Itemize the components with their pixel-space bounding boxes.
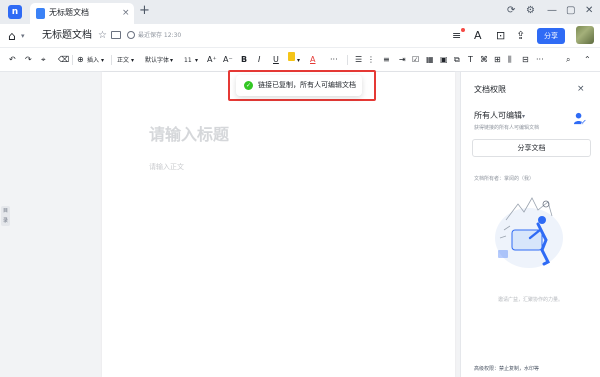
numbered-list-icon[interactable]: ⋮ [367, 53, 375, 67]
more-icon[interactable]: ··· [536, 53, 544, 67]
owner-label: 文档所有者：掌阅的（我） [474, 176, 535, 182]
image-icon[interactable]: ▣ [440, 53, 448, 67]
tab-label: 无标题文档 [49, 8, 89, 17]
home-icon[interactable]: ⌂ [8, 29, 16, 43]
empty-hint: 邀请广益，汇聚协作的力量。 [498, 297, 564, 303]
symbols-icon[interactable]: ⌘ [480, 53, 488, 67]
permission-label: 所有人可编辑 [474, 111, 522, 120]
panel-title: 文档权限 [474, 85, 506, 94]
move-folder-icon[interactable] [111, 31, 121, 39]
format-painter-icon[interactable]: ⌖ [41, 53, 46, 67]
outline-toggle[interactable]: 目录 [1, 206, 10, 226]
permission-description: 获得链接的所有人可编辑文档 [474, 125, 540, 131]
check-circle-icon: ✓ [244, 81, 253, 90]
link-icon[interactable]: ⧉ [454, 53, 460, 67]
window-close-icon[interactable]: ✕ [585, 4, 593, 18]
indent-icon[interactable]: ⇥ [399, 53, 406, 67]
body-input[interactable]: 请输入正文 [149, 162, 184, 172]
star-icon[interactable]: ☆ [98, 29, 107, 43]
tab-untitled-doc[interactable]: 无标题文档 × [30, 3, 134, 24]
divider [111, 55, 112, 65]
font-grow-icon[interactable]: A⁺ [207, 53, 217, 67]
export-icon[interactable]: ⇪ [516, 29, 525, 43]
grid-icon[interactable]: ⊞ [494, 53, 501, 67]
minimize-icon[interactable]: — [547, 4, 557, 18]
tab-bar: n 无标题文档 × + ⟳ ⚙ — ▢ ✕ [0, 0, 600, 24]
tab-close-icon[interactable]: × [122, 6, 130, 20]
text-box-icon[interactable]: T [468, 53, 473, 67]
divider [347, 55, 348, 65]
maximize-icon[interactable]: ▢ [566, 4, 575, 18]
advanced-permissions-link[interactable]: 高级权限：禁止复制，水印等 [474, 365, 539, 373]
redo-icon[interactable]: ↷ [25, 53, 32, 67]
undo-icon[interactable]: ↶ [9, 53, 16, 67]
highlight-icon[interactable] [288, 52, 295, 61]
search-icon[interactable]: ⌕ [566, 53, 570, 67]
document-icon [36, 8, 45, 19]
permission-panel: 文档权限 × 所有人可编辑▾ 获得链接的所有人可编辑文档 分享文档 文档所有者：… [460, 72, 600, 377]
checkbox-icon[interactable]: ☑ [412, 53, 419, 67]
app-logo-icon[interactable]: n [8, 5, 22, 19]
share-button[interactable]: 分享 [537, 28, 565, 44]
share-doc-button[interactable]: 分享文档 [472, 139, 591, 157]
document-header: ⌂ ▾ 无标题文档 ☆ 最近保存 12:30 ≡ A ⊡ ⇪ 分享 [0, 24, 600, 48]
title-input[interactable]: 请输入标题 [149, 125, 229, 145]
clear-format-icon[interactable]: ⌫ [58, 53, 69, 67]
present-icon[interactable]: ⊡ [496, 29, 505, 43]
chevron-down-icon[interactable]: ▾ [170, 54, 173, 68]
bold-icon[interactable]: B [241, 53, 247, 67]
table-icon[interactable]: ▦ [426, 53, 434, 67]
menu-icon[interactable]: ≡ [452, 29, 461, 43]
insert-icon[interactable]: ⊕ [77, 53, 84, 67]
italic-icon[interactable]: I [258, 53, 260, 67]
font-size-select[interactable]: 11 [184, 54, 192, 68]
chevron-down-icon[interactable]: ▾ [297, 54, 300, 68]
user-edit-icon[interactable] [573, 112, 586, 125]
avatar[interactable] [576, 26, 594, 44]
more-icon[interactable]: ··· [330, 53, 338, 67]
collapse-toolbar-icon[interactable]: ⌃ [584, 53, 591, 67]
chevron-down-icon[interactable]: ▾ [101, 54, 104, 68]
text-size-icon[interactable]: A [474, 29, 482, 43]
font-shrink-icon[interactable]: A⁻ [223, 53, 233, 67]
font-color-icon[interactable]: A [310, 53, 315, 67]
columns-icon[interactable]: ⫼ [508, 53, 512, 67]
editor-page[interactable]: 请输入标题 请输入正文 [102, 72, 455, 377]
new-tab-icon[interactable]: + [139, 3, 150, 19]
toast-message: 链接已复制，所有人可编辑文档 [258, 81, 356, 89]
format-toolbar: ↶ ↷ ⌖ ⌫ ⊕ 插入 ▾ 正文 ▾ 默认字体 ▾ 11 ▾ A⁺ A⁻ B … [0, 48, 600, 72]
chevron-down-icon[interactable]: ▾ [21, 30, 25, 42]
cloud-save-icon [127, 31, 135, 39]
chevron-down-icon[interactable]: ▾ [131, 54, 134, 68]
chevron-down-icon[interactable]: ▾ [195, 54, 198, 68]
close-icon[interactable]: × [577, 83, 585, 95]
divider [72, 55, 73, 65]
permission-select[interactable]: 所有人可编辑▾ [474, 110, 525, 123]
settings-icon[interactable]: ⚙ [526, 4, 535, 18]
paragraph-style-select[interactable]: 正文 [117, 54, 129, 68]
bulleted-list-icon[interactable]: ☰ [355, 53, 362, 67]
notification-dot [461, 28, 465, 32]
font-family-select[interactable]: 默认字体 [145, 54, 169, 68]
underline-icon[interactable]: U [273, 53, 279, 67]
document-title[interactable]: 无标题文档 [42, 29, 92, 43]
chevron-down-icon: ▾ [522, 113, 526, 120]
save-status: 最近保存 12:30 [138, 32, 182, 39]
copy-link-toast: ✓ 链接已复制，所有人可编辑文档 [236, 75, 362, 96]
layout-icon[interactable]: ⊟ [522, 53, 529, 67]
insert-button[interactable]: 插入 [87, 54, 99, 68]
sync-icon[interactable]: ⟳ [507, 4, 515, 18]
collaboration-illustration [495, 197, 563, 268]
align-icon[interactable]: ≡ [383, 53, 390, 67]
